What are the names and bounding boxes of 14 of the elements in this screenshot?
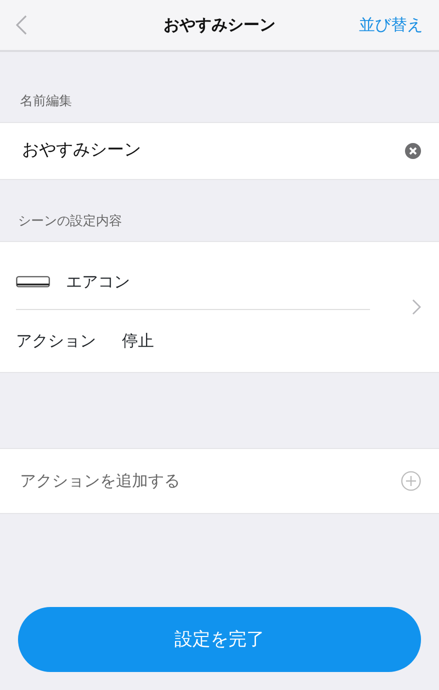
chevron-right-icon bbox=[412, 299, 421, 315]
clear-icon[interactable] bbox=[405, 142, 421, 158]
screen-title: おやすみシーン bbox=[164, 15, 276, 34]
action-label: アクション bbox=[16, 330, 96, 352]
section-label: シーンの設定内容 bbox=[17, 212, 123, 230]
name-input[interactable]: おやすみシーン bbox=[22, 138, 405, 164]
add-icon bbox=[401, 471, 421, 491]
name-field[interactable]: おやすみシーン bbox=[0, 122, 439, 180]
device-name: エアコン bbox=[66, 271, 130, 293]
action-value: 停止 bbox=[122, 330, 154, 352]
air-conditioner-icon bbox=[16, 276, 50, 288]
add-action-row[interactable]: アクションを追加する bbox=[0, 448, 439, 514]
device-action-row[interactable]: エアコン アクション 停止 bbox=[0, 241, 439, 373]
section-label: 名前編集 bbox=[19, 93, 73, 111]
